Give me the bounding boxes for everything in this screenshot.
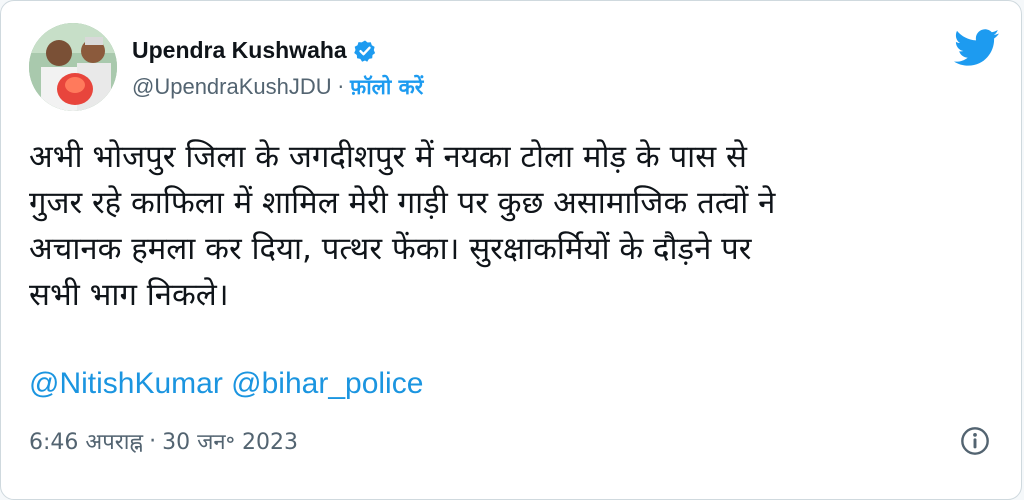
mention-link[interactable]: @NitishKumar (29, 367, 223, 400)
tweet-text-line: अभी भोजपुर जिला के जगदीशपुर में नयका टोल… (29, 139, 747, 175)
tweet-meta: 6:46 अपराह्न · 30 जन॰ 2023 (29, 426, 298, 456)
mention-link[interactable]: @bihar_police (231, 367, 423, 400)
author-handle[interactable]: @UpendraKushJDU (132, 74, 332, 100)
follow-button[interactable]: फ़ॉलो करें (350, 73, 423, 101)
tweet-text-line: अचानक हमला कर दिया, पत्थर फेंका। सुरक्षा… (29, 231, 752, 267)
twitter-bird-icon[interactable] (954, 29, 1000, 67)
tweet-text-line: गुजर रहे काफिला में शामिल मेरी गाड़ी पर … (29, 185, 776, 221)
avatar[interactable] (29, 23, 117, 111)
meta-separator: · (149, 428, 157, 454)
tweet-time[interactable]: 6:46 अपराह्न (29, 426, 143, 456)
avatar-photo (29, 23, 117, 111)
info-icon[interactable] (959, 425, 991, 457)
handle-separator: · (337, 75, 345, 99)
tweet-text-line: सभी भाग निकले। (29, 277, 229, 313)
tweet-card: Upendra Kushwaha @UpendraKushJDU · फ़ॉलो… (0, 0, 1022, 500)
tweet-mentions: @NitishKumar @bihar_police (29, 367, 423, 401)
verified-badge-icon (353, 40, 375, 62)
author-name[interactable]: Upendra Kushwaha (132, 37, 347, 64)
tweet-text: अभी भोजपुर जिला के जगदीशपुर में नयका टोल… (29, 134, 1004, 318)
tweet-date[interactable]: 30 जन॰ 2023 (162, 426, 298, 456)
